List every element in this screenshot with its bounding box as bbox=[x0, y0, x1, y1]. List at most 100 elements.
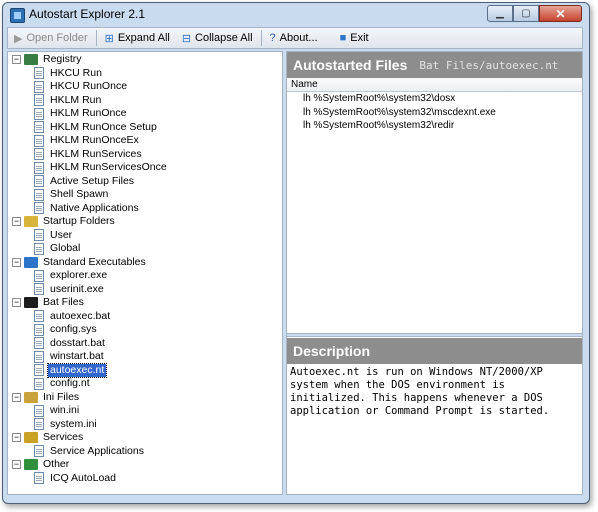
tree-item-label: autoexec.bat bbox=[50, 309, 111, 322]
exit-icon: ■ bbox=[339, 32, 347, 44]
tree-item[interactable]: ICQ AutoLoad bbox=[8, 472, 282, 486]
tree-item[interactable]: autoexec.bat bbox=[8, 310, 282, 324]
tree-item[interactable]: config.sys bbox=[8, 323, 282, 337]
close-button[interactable]: ✕ bbox=[539, 5, 582, 22]
tree-item[interactable]: explorer.exe bbox=[8, 269, 282, 283]
collapse-toggle-icon[interactable]: − bbox=[12, 460, 21, 470]
description-title: Description bbox=[293, 343, 371, 359]
other-icon bbox=[24, 459, 38, 471]
tree-item-label: Native Applications bbox=[50, 201, 139, 214]
tree-item[interactable]: HKLM RunServicesOnce bbox=[8, 161, 282, 175]
tree-category[interactable]: − Bat Files bbox=[8, 296, 282, 310]
tree-item-label: system.ini bbox=[50, 417, 97, 430]
help-icon: ? bbox=[269, 32, 276, 44]
tree-pane[interactable]: − Registry HKCU Run HKCU RunOnce HKLM Run HKL… bbox=[7, 51, 283, 495]
list-item[interactable]: lh %SystemRoot%\system32\dosx bbox=[287, 92, 582, 106]
document-icon bbox=[34, 107, 44, 120]
tree-item-label: ICQ AutoLoad bbox=[50, 471, 116, 484]
name-column-header[interactable]: Name bbox=[287, 78, 582, 92]
tree-item[interactable]: winstart.bat bbox=[8, 350, 282, 364]
open-folder-button[interactable]: ▶ Open Folder bbox=[8, 29, 94, 47]
tree-category[interactable]: − Services bbox=[8, 431, 282, 445]
tree-item[interactable]: HKLM Run bbox=[8, 94, 282, 108]
tree-item[interactable]: HKLM RunOnce Setup bbox=[8, 121, 282, 135]
tree-item[interactable]: User bbox=[8, 229, 282, 243]
document-icon bbox=[34, 269, 44, 282]
tree-item-label: Shell Spawn bbox=[50, 188, 109, 201]
tree-category-label: Startup Folders bbox=[43, 215, 115, 228]
list-item[interactable]: lh %SystemRoot%\system32\mscdexnt.exe bbox=[287, 106, 582, 120]
collapse-toggle-icon[interactable]: − bbox=[12, 298, 21, 308]
tree-item-label: HKCU RunOnce bbox=[50, 80, 128, 93]
document-icon bbox=[34, 350, 44, 363]
tree-item[interactable]: HKLM RunServices bbox=[8, 148, 282, 162]
tree-category-label: Bat Files bbox=[43, 296, 84, 309]
app-icon bbox=[10, 8, 25, 23]
tree-category[interactable]: − Other bbox=[8, 458, 282, 472]
tree-category-label: Ini Files bbox=[43, 390, 80, 403]
tree-item-label: HKLM RunOnceEx bbox=[50, 134, 139, 147]
tree-item-label: win.ini bbox=[50, 404, 80, 417]
tree-item-label: config.nt bbox=[50, 377, 90, 390]
document-icon bbox=[34, 188, 44, 201]
tree-item[interactable]: dosstart.bat bbox=[8, 337, 282, 351]
tree-item-label: dosstart.bat bbox=[50, 336, 105, 349]
panel-splitter[interactable] bbox=[287, 333, 582, 337]
list-item[interactable]: lh %SystemRoot%\system32\redir bbox=[287, 119, 582, 133]
exit-label: Exit bbox=[350, 32, 369, 44]
tree-item[interactable]: HKLM RunOnceEx bbox=[8, 134, 282, 148]
tree-item-label: explorer.exe bbox=[50, 269, 108, 282]
tree-item-label: Active Setup Files bbox=[50, 174, 135, 187]
document-icon bbox=[34, 80, 44, 93]
files-panel-header: Autostarted Files Bat Files/autoexec.nt bbox=[287, 52, 582, 78]
collapse-toggle-icon[interactable]: − bbox=[12, 55, 21, 65]
tree-item[interactable]: userinit.exe bbox=[8, 283, 282, 297]
document-icon bbox=[34, 472, 44, 485]
tree-category[interactable]: − Ini Files bbox=[8, 391, 282, 405]
files-panel-path: Bat Files/autoexec.nt bbox=[419, 58, 559, 72]
tree-item[interactable]: Service Applications bbox=[8, 445, 282, 459]
registry-icon bbox=[24, 54, 38, 66]
tree-item[interactable]: win.ini bbox=[8, 404, 282, 418]
ini-icon bbox=[24, 391, 38, 403]
about-button[interactable]: ? About... bbox=[264, 29, 324, 47]
tree-item-label: Global bbox=[50, 242, 81, 255]
collapse-all-button[interactable]: ⊟ Collapse All bbox=[176, 29, 259, 47]
collapse-tree-icon: ⊟ bbox=[181, 32, 192, 45]
tree-item[interactable]: Native Applications bbox=[8, 202, 282, 216]
tree-item[interactable]: Global bbox=[8, 242, 282, 256]
tree-category[interactable]: − Registry bbox=[8, 53, 282, 67]
collapse-toggle-icon[interactable]: − bbox=[12, 433, 21, 443]
tree-item[interactable]: system.ini bbox=[8, 418, 282, 432]
details-pane: Autostarted Files Bat Files/autoexec.nt … bbox=[286, 51, 583, 495]
collapse-toggle-icon[interactable]: − bbox=[12, 217, 21, 227]
tree-item-label: HKLM Run bbox=[50, 93, 102, 106]
document-icon bbox=[34, 94, 44, 107]
tree-item[interactable]: autoexec.nt bbox=[8, 362, 282, 378]
tree-item[interactable]: HKLM RunOnce bbox=[8, 107, 282, 121]
tree-item[interactable]: HKCU RunOnce bbox=[8, 80, 282, 94]
document-icon bbox=[34, 229, 44, 242]
description-panel: Description Autoexec.nt is run on Window… bbox=[287, 338, 582, 420]
document-icon bbox=[34, 134, 44, 147]
maximize-button[interactable]: ▢ bbox=[513, 5, 539, 22]
tree-item[interactable]: Active Setup Files bbox=[8, 175, 282, 189]
document-icon bbox=[34, 377, 44, 390]
tree-category[interactable]: − Standard Executables bbox=[8, 256, 282, 270]
collapse-toggle-icon[interactable]: − bbox=[12, 257, 21, 267]
exit-button[interactable]: ■ Exit bbox=[334, 29, 375, 47]
tree-category[interactable]: − Startup Folders bbox=[8, 215, 282, 229]
tree-item[interactable]: config.nt bbox=[8, 377, 282, 391]
tree-item-label: HKCU Run bbox=[50, 66, 102, 79]
minimize-button[interactable]: ▁ bbox=[487, 5, 513, 22]
document-icon bbox=[34, 283, 44, 296]
document-icon bbox=[34, 202, 44, 215]
tree-item-label: User bbox=[50, 228, 73, 241]
title-bar[interactable]: Autostart Explorer 2.1 ▁ ▢ ✕ bbox=[3, 3, 589, 25]
expand-all-button[interactable]: ⊞ Expand All bbox=[99, 29, 176, 47]
tree-item[interactable]: Shell Spawn bbox=[8, 188, 282, 202]
toolbar: ▶ Open Folder ⊞ Expand All ⊟ Collapse Al… bbox=[7, 27, 583, 49]
tree-item[interactable]: HKCU Run bbox=[8, 67, 282, 81]
about-label: About... bbox=[279, 32, 318, 44]
collapse-toggle-icon[interactable]: − bbox=[12, 392, 21, 402]
